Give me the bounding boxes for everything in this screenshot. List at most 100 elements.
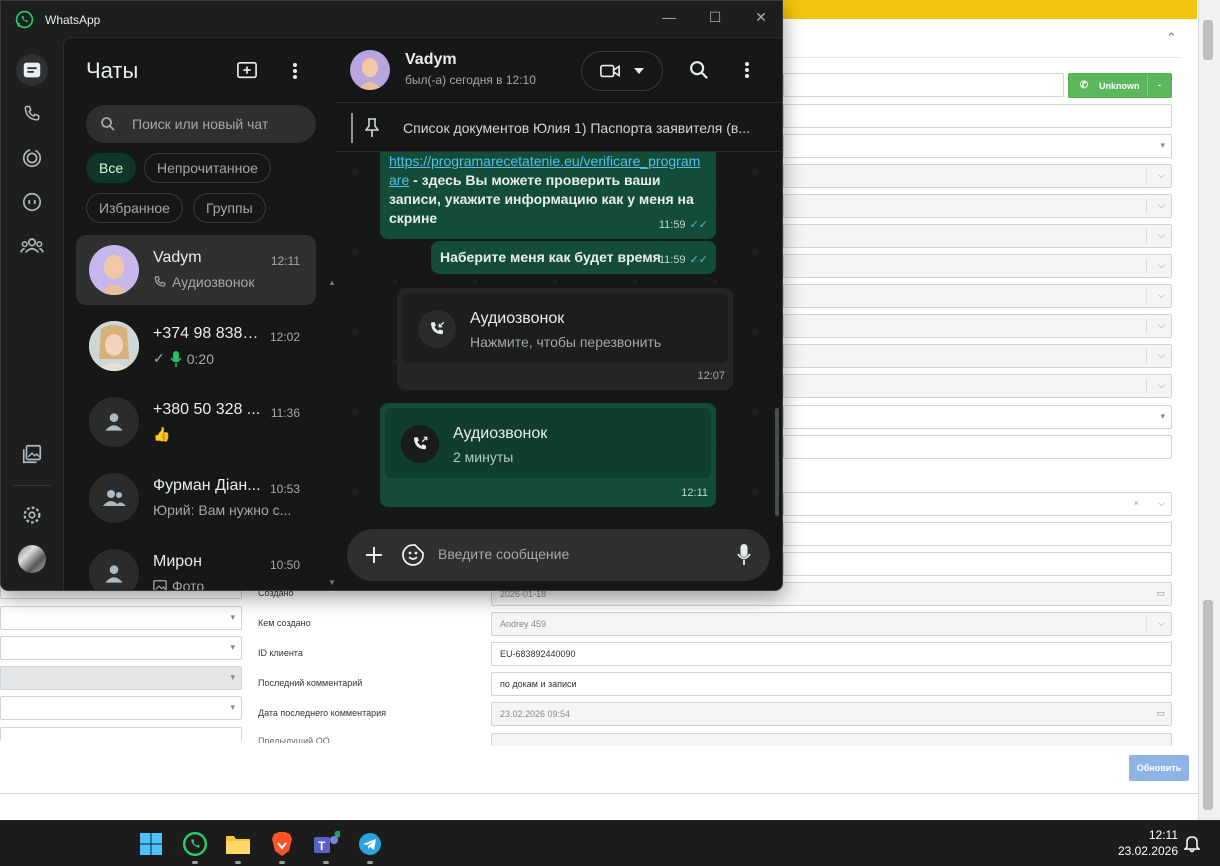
crm-select[interactable] xyxy=(0,727,242,741)
mic-icon xyxy=(170,350,182,367)
window-title: WhatsApp xyxy=(45,13,101,27)
whatsapp-window: WhatsApp — ☐ ✕ Чаты Поиск или новый чат … xyxy=(0,0,783,591)
crm-select[interactable]: ⌵ xyxy=(783,344,1172,368)
filter-favorites[interactable]: Избранное xyxy=(86,193,183,223)
chat-item[interactable]: +380 50 328 ... 11:36 👍 xyxy=(76,387,316,457)
message-bubble-outgoing[interactable]: https://programarecetatenie.eu/verificar… xyxy=(380,152,716,239)
label-last-comment: Последний комментарий xyxy=(258,678,363,688)
pinned-message-bar[interactable]: Список документов Юлия 1) Паспорта заяви… xyxy=(335,102,782,152)
teams-icon[interactable]: T xyxy=(310,828,342,864)
crm-select[interactable]: ▾ xyxy=(0,696,242,720)
call-bubble-outgoing[interactable]: Аудиозвонок 2 минуты 12:11 xyxy=(380,403,716,507)
search-icon xyxy=(101,117,115,131)
crm-select[interactable]: ⌵ xyxy=(783,374,1172,398)
crm-select[interactable]: ⌵ xyxy=(783,284,1172,308)
crm-select[interactable]: ▾ xyxy=(0,666,242,690)
group-avatar-icon xyxy=(89,473,139,523)
crm-select[interactable]: ▾ xyxy=(783,134,1172,158)
unknown-call-button[interactable]: ✆ Unknown - xyxy=(1068,73,1172,98)
field-last-comment[interactable]: по докам и записи xyxy=(491,672,1172,696)
message-list: https://programarecetatenie.eu/verificar… xyxy=(335,152,782,518)
microphone-icon[interactable] xyxy=(737,544,751,571)
message-input[interactable]: Введите сообщение xyxy=(438,546,569,562)
collapse-icon[interactable]: ⌃ xyxy=(1166,30,1177,46)
filter-all[interactable]: Все xyxy=(86,153,137,183)
crm-select[interactable]: ⌵ xyxy=(783,314,1172,338)
filter-groups[interactable]: Группы xyxy=(193,193,266,223)
chat-list-scrollbar[interactable]: ▲ ▼ xyxy=(328,278,336,588)
label-client-id: ID клиента xyxy=(258,648,303,658)
crm-select[interactable]: ⌵ × xyxy=(783,492,1172,516)
chats-nav-icon[interactable] xyxy=(16,54,48,86)
video-call-button[interactable] xyxy=(581,51,663,91)
crm-top-accent-bar xyxy=(783,0,1197,19)
telegram-icon[interactable] xyxy=(354,828,386,864)
crm-select[interactable]: ▾ xyxy=(783,405,1172,429)
svg-text:T: T xyxy=(318,839,326,853)
settings-gear-icon[interactable] xyxy=(16,499,48,531)
outgoing-call-icon xyxy=(401,425,439,463)
menu-kebab-icon[interactable] xyxy=(282,58,308,84)
dropdown-toggle[interactable]: - xyxy=(1147,74,1171,97)
contact-avatar[interactable] xyxy=(350,50,390,90)
crm-select[interactable]: ▾ xyxy=(0,636,242,660)
chat-header[interactable]: Vadym был(-а) сегодня в 12:10 xyxy=(335,38,782,102)
start-windows-icon[interactable] xyxy=(135,828,167,860)
chat-item[interactable]: Мирон 10:50 Фото xyxy=(76,539,316,590)
filter-unread[interactable]: Непрочитанное xyxy=(144,153,271,183)
chat-item[interactable]: +374 98 8388... 12:02 ✓ 0:20 xyxy=(76,311,316,381)
default-avatar-icon xyxy=(89,549,139,590)
crm-field[interactable] xyxy=(783,522,1172,546)
crm-select[interactable]: ▾ xyxy=(0,606,242,630)
media-nav-icon[interactable] xyxy=(16,438,48,470)
system-clock[interactable]: 12:11 23.02.2026 xyxy=(1112,827,1178,859)
calls-nav-icon[interactable] xyxy=(16,98,48,130)
crm-field[interactable] xyxy=(783,435,1172,459)
maximize-button[interactable]: ☐ xyxy=(703,7,727,27)
phone-call-icon xyxy=(154,276,166,287)
brave-browser-icon[interactable] xyxy=(266,828,298,864)
communities-nav-icon[interactable] xyxy=(16,230,48,262)
chat-item[interactable]: Vadym 12:11 Аудиозвонок xyxy=(76,235,316,305)
new-chat-icon[interactable] xyxy=(234,58,260,84)
call-bubble-incoming[interactable]: Аудиозвонок Нажмите, чтобы перезвонить 1… xyxy=(397,288,733,390)
chat-item[interactable]: Фурман Діан... 10:53 Юрий: Вам нужно с..… xyxy=(76,463,316,533)
crm-select[interactable]: ⌵ xyxy=(783,254,1172,278)
last-seen-status: был(-а) сегодня в 12:10 xyxy=(405,73,536,87)
conversation-panel: Vadym был(-а) сегодня в 12:10 Список док… xyxy=(335,37,782,590)
status-nav-icon[interactable] xyxy=(16,142,48,174)
search-messages-icon[interactable] xyxy=(687,58,711,82)
search-input[interactable]: Поиск или новый чат xyxy=(86,105,316,143)
contact-name: Vadym xyxy=(405,51,457,68)
crm-field-phone[interactable] xyxy=(783,73,1064,97)
crm-field[interactable] xyxy=(783,552,1172,576)
title-bar[interactable]: WhatsApp — ☐ ✕ xyxy=(1,1,782,37)
field-created-by[interactable]: Andrey 459 ⌵ xyxy=(491,612,1172,636)
sticker-emoji-icon[interactable] xyxy=(402,544,424,571)
profile-avatar[interactable] xyxy=(16,543,48,575)
message-bubble-outgoing[interactable]: Наберите меня как будет время 11:59 ✓✓ xyxy=(431,241,716,274)
video-camera-icon xyxy=(600,64,620,78)
whatsapp-logo-icon xyxy=(15,10,34,29)
whatsapp-taskbar-icon[interactable] xyxy=(179,828,211,864)
message-composer[interactable]: Введите сообщение xyxy=(347,529,770,581)
minimize-button[interactable]: — xyxy=(657,7,681,27)
crm-field[interactable] xyxy=(783,104,1172,128)
attach-plus-icon[interactable] xyxy=(364,545,384,570)
message-scrollbar[interactable] xyxy=(775,408,779,516)
page-scrollbar[interactable] xyxy=(1198,0,1220,820)
crm-select[interactable]: ⌵ xyxy=(783,164,1172,188)
channels-nav-icon[interactable] xyxy=(16,186,48,218)
chevron-down-icon xyxy=(634,68,644,74)
chat-list-panel: Чаты Поиск или новый чат Все Непрочитанн… xyxy=(63,37,336,590)
avatar xyxy=(89,321,139,371)
refresh-button[interactable]: Обновить xyxy=(1129,755,1189,781)
field-client-id[interactable]: EU-683892440090 xyxy=(491,642,1172,666)
file-explorer-icon[interactable] xyxy=(222,828,254,864)
notification-bell-icon[interactable] xyxy=(1183,835,1201,858)
photo-icon xyxy=(153,580,167,590)
chat-menu-kebab-icon[interactable] xyxy=(735,58,759,82)
crm-select[interactable]: ⌵ xyxy=(783,224,1172,248)
crm-select[interactable]: ⌵ xyxy=(783,194,1172,218)
close-button[interactable]: ✕ xyxy=(749,7,773,27)
